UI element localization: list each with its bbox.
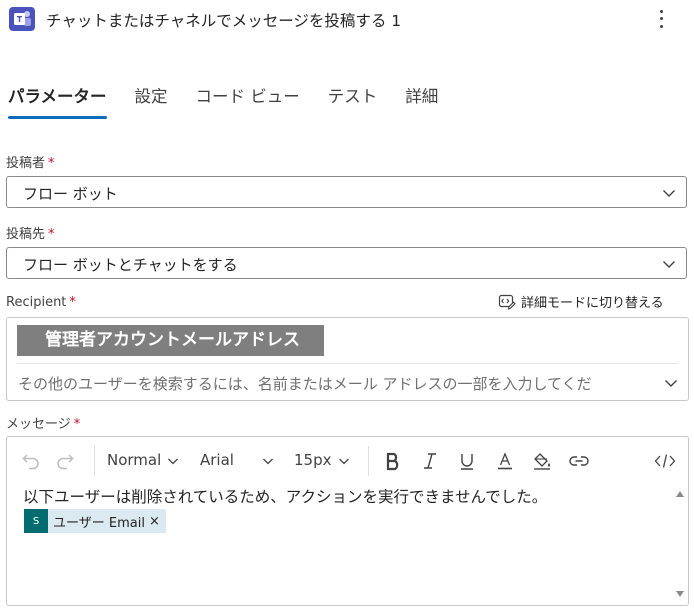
- scroll-up-icon[interactable]: [676, 491, 684, 497]
- post-in-label-text: 投稿先: [6, 227, 46, 242]
- message-editor[interactable]: Normal Arial 15px 以下ユーザーは削除されているため、アクション…: [6, 436, 689, 606]
- undo-icon[interactable]: [19, 449, 43, 473]
- advanced-mode-label: 詳細モードに切り替える: [521, 296, 664, 311]
- redo-icon[interactable]: [53, 449, 77, 473]
- font-size-value: 15px: [294, 451, 332, 469]
- token-label: ユーザー Email: [53, 515, 145, 531]
- post-in-value: フロー ボットとチャットをする: [23, 256, 238, 274]
- sharepoint-icon: S: [24, 509, 48, 533]
- post-as-label: 投稿者 *: [6, 152, 55, 171]
- post-as-label-text: 投稿者: [6, 156, 46, 171]
- bold-icon[interactable]: [381, 449, 405, 473]
- required-mark: *: [48, 156, 55, 171]
- message-body-text[interactable]: 以下ユーザーは削除されているため、アクションを実行できませんでした。: [23, 485, 547, 507]
- link-icon[interactable]: [567, 449, 591, 473]
- paragraph-style-dropdown[interactable]: Normal: [107, 451, 179, 469]
- tab-test[interactable]: テスト: [328, 86, 378, 122]
- font-dropdown[interactable]: Arial: [200, 451, 274, 469]
- recipient-picker[interactable]: 管理者アカウントメールアドレス その他のユーザーを検索するには、名前またはメール…: [6, 317, 689, 401]
- chevron-down-icon: [663, 261, 675, 268]
- post-as-dropdown[interactable]: フロー ボット: [6, 176, 687, 208]
- paragraph-style-value: Normal: [107, 451, 162, 469]
- tab-code-view[interactable]: コード ビュー: [196, 86, 300, 122]
- recipient-label-text: Recipient: [6, 295, 67, 310]
- code-edit-icon: [498, 294, 516, 310]
- chevron-down-icon[interactable]: [664, 376, 678, 390]
- highlight-icon[interactable]: [530, 449, 554, 473]
- scrollbar[interactable]: [672, 485, 688, 605]
- font-value: Arial: [200, 451, 234, 469]
- post-in-label: 投稿先 *: [6, 223, 55, 242]
- tab-bar: パラメーター 設定 コード ビュー テスト 詳細: [8, 86, 466, 126]
- toolbar-separator: [94, 446, 95, 476]
- tab-parameters[interactable]: パラメーター: [8, 86, 107, 122]
- required-mark: *: [69, 295, 76, 310]
- dynamic-content-token[interactable]: S ユーザー Email ×: [24, 509, 166, 533]
- recipient-label: Recipient *: [6, 295, 76, 310]
- divider: [17, 363, 678, 364]
- token-remove-icon[interactable]: ×: [149, 514, 160, 529]
- required-mark: *: [73, 417, 81, 432]
- tab-settings[interactable]: 設定: [135, 86, 168, 122]
- chevron-down-icon: [168, 458, 179, 464]
- chevron-down-icon: [663, 190, 675, 197]
- recipient-selected-value[interactable]: 管理者アカウントメールアドレス: [17, 325, 324, 356]
- advanced-mode-toggle[interactable]: 詳細モードに切り替える: [498, 292, 664, 311]
- recipient-search-input[interactable]: その他のユーザーを検索するには、名前またはメール アドレスの一部を入力してくだ: [18, 373, 650, 394]
- action-title: チャットまたはチャネルでメッセージを投稿する 1: [46, 12, 402, 30]
- font-size-dropdown[interactable]: 15px: [294, 451, 350, 469]
- font-color-icon[interactable]: [493, 449, 517, 473]
- message-label-text: メッセージ: [6, 417, 71, 432]
- message-label: メッセージ *: [6, 413, 80, 432]
- toolbar-separator: [368, 446, 369, 476]
- code-view-icon[interactable]: [653, 449, 677, 473]
- more-options-icon[interactable]: [651, 8, 671, 30]
- chevron-down-icon: [263, 458, 273, 464]
- post-in-dropdown[interactable]: フロー ボットとチャットをする: [6, 247, 687, 279]
- underline-icon[interactable]: [455, 449, 479, 473]
- chevron-down-icon: [338, 458, 349, 464]
- post-as-value: フロー ボット: [23, 185, 118, 203]
- tab-details[interactable]: 詳細: [405, 86, 438, 122]
- teams-icon: [9, 7, 35, 31]
- required-mark: *: [48, 227, 55, 242]
- scroll-down-icon[interactable]: [676, 591, 684, 597]
- italic-icon[interactable]: [418, 449, 442, 473]
